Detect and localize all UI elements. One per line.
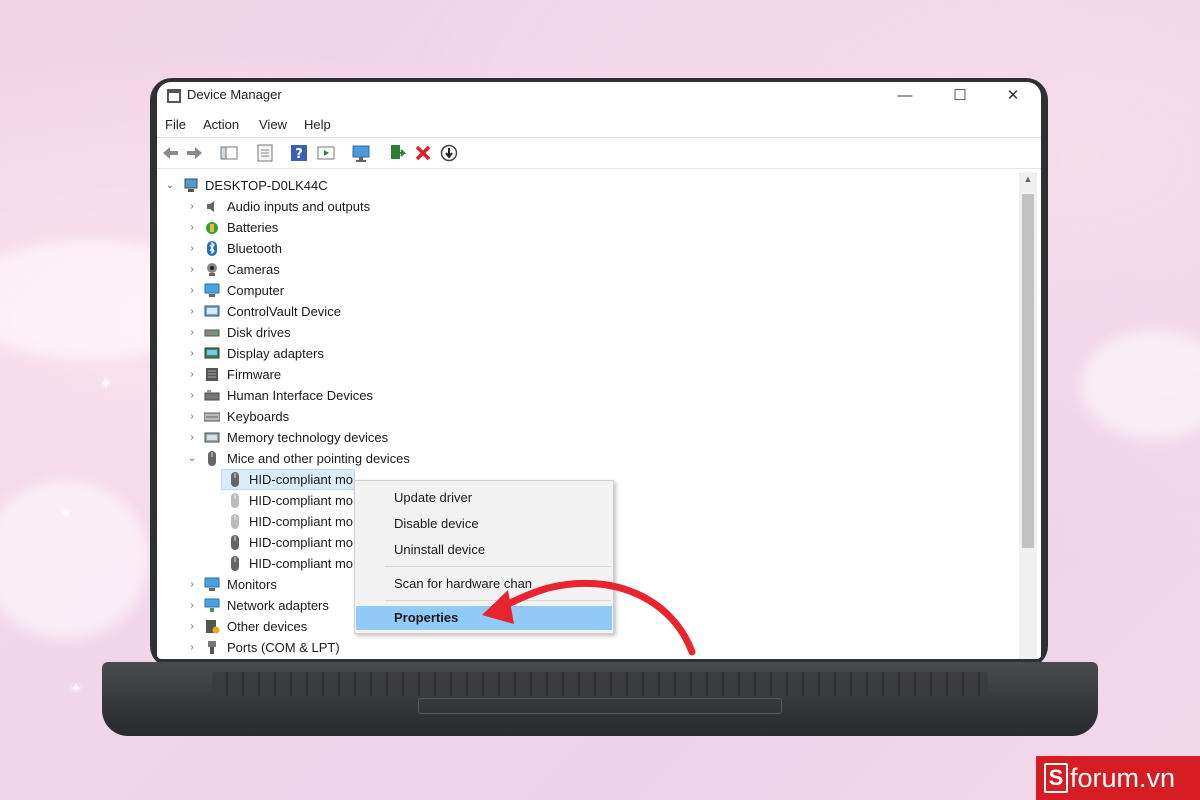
logo-mark: S (1044, 763, 1068, 793)
sforum-logo: Sforum.vn (1036, 756, 1200, 800)
annotation-arrow-icon (482, 579, 696, 656)
logo-text: forum.vn (1070, 763, 1176, 793)
